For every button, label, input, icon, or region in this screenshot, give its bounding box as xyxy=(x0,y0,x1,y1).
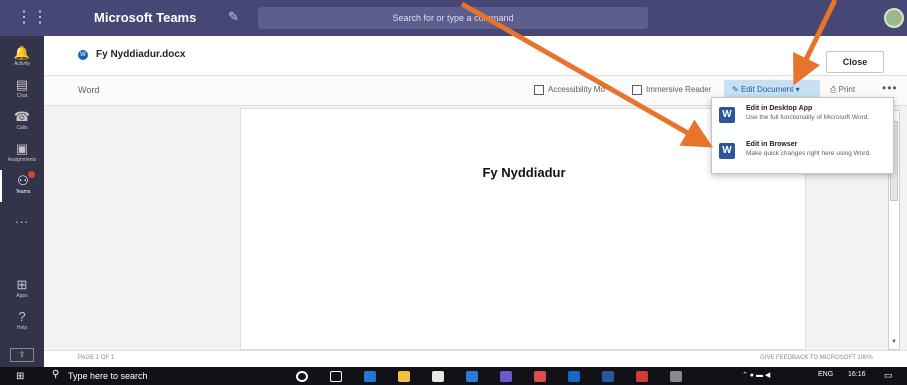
taskbar-search[interactable]: Type here to search xyxy=(68,371,148,381)
teams-icon: ⚇ xyxy=(17,173,29,188)
printer-icon: ⎙ xyxy=(830,85,839,94)
rail-item-apps[interactable]: ⊞ Apps xyxy=(0,274,44,306)
menu-item-title: Edit in Browser xyxy=(746,141,798,148)
immersive-reader-button[interactable]: Immersive Reader xyxy=(632,85,711,95)
edge-icon[interactable] xyxy=(364,371,376,382)
search-input[interactable]: Search for or type a command xyxy=(258,7,648,29)
scroll-down-icon[interactable]: ▼ xyxy=(889,335,899,349)
new-chat-icon[interactable]: ✎ xyxy=(228,9,239,25)
app-launcher-icon[interactable]: ⋮⋮ xyxy=(16,9,48,27)
page-count: PAGE 1 OF 1 xyxy=(78,355,115,361)
notifications-icon[interactable]: ▭ xyxy=(884,370,893,381)
chevron-down-icon: ▾ xyxy=(793,85,800,94)
word-icon: W xyxy=(719,107,735,123)
menu-item-edit-desktop[interactable]: W Edit in Desktop App Use the full funct… xyxy=(712,100,895,136)
help-icon: ? xyxy=(18,309,26,324)
document-header: W Fy Nyddiadur.docx Close xyxy=(44,36,907,76)
rail-item-label: Chat xyxy=(16,93,28,99)
rail-item-calls[interactable]: ☎ Calls xyxy=(0,106,44,138)
cortana-icon[interactable] xyxy=(296,371,308,382)
apps-icon: ⊞ xyxy=(16,277,28,292)
app-title: Microsoft Teams xyxy=(94,10,197,25)
print-label: Print xyxy=(838,85,856,94)
windows-start-icon[interactable]: ⊞ xyxy=(16,371,28,382)
file-explorer-icon[interactable] xyxy=(398,371,410,382)
rail-item-chat[interactable]: ▤ Chat xyxy=(0,74,44,106)
language-indicator[interactable]: ENG xyxy=(818,371,833,378)
backpack-icon: ▣ xyxy=(15,141,29,156)
chrome-icon[interactable] xyxy=(534,371,546,382)
rail-item-label: Teams xyxy=(15,189,31,195)
teams-window: ⋮⋮ Microsoft Teams ✎ Search for or type … xyxy=(0,0,907,385)
edit-document-label: Edit Document xyxy=(740,85,794,94)
menu-item-title: Edit in Desktop App xyxy=(746,105,813,112)
chat-icon: ▤ xyxy=(15,77,29,92)
close-button[interactable]: Close xyxy=(826,51,884,73)
teams-taskbar-icon[interactable] xyxy=(500,371,512,382)
tray-icons[interactable]: ⌃ ● ▬ ◀ xyxy=(742,371,770,379)
mail-icon[interactable] xyxy=(568,371,580,382)
file-title: Fy Nyddiadur.docx xyxy=(96,49,186,60)
accessibility-icon xyxy=(534,85,544,95)
feedback-link[interactable]: GIVE FEEDBACK TO MICROSOFT 100% xyxy=(760,355,873,361)
menu-item-description: Make quick changes right here using Word… xyxy=(746,150,871,157)
word-file-icon: W xyxy=(78,50,88,60)
task-view-icon[interactable] xyxy=(330,371,342,382)
rail-item-label: Assignments xyxy=(7,157,37,163)
rail-item-label: Apps xyxy=(16,293,28,299)
edit-document-menu: W Edit in Desktop App Use the full funct… xyxy=(711,97,894,174)
rail-item-teams[interactable]: ⚇ Teams xyxy=(0,170,44,202)
bell-icon: 🔔 xyxy=(13,45,31,60)
immersive-reader-label: Immersive Reader xyxy=(646,85,712,95)
more-apps-button[interactable]: ... xyxy=(0,211,44,226)
title-bar: ⋮⋮ Microsoft Teams ✎ Search for or type … xyxy=(0,0,907,36)
word-taskbar-icon[interactable] xyxy=(602,371,614,382)
taskbar-app-icon[interactable] xyxy=(466,371,478,382)
windows-taskbar: ⊞ ⚲ Type here to search ⌃ ● ▬ ◀ ENG 16:1… xyxy=(0,367,907,385)
word-status-bar: PAGE 1 OF 1 GIVE FEEDBACK TO MICROSOFT 1… xyxy=(44,350,907,367)
clock[interactable]: 16:16 xyxy=(848,371,866,378)
phone-icon: ☎ xyxy=(13,109,31,124)
rail-item-label: Calls xyxy=(16,125,28,131)
menu-item-edit-browser[interactable]: W Edit in Browser Make quick changes rig… xyxy=(712,136,895,172)
accessibility-mode-button[interactable]: Accessibility Mo xyxy=(534,85,605,95)
print-button[interactable]: ⎙ Print xyxy=(830,85,855,95)
rail-item-activity[interactable]: 🔔 Activity xyxy=(0,42,44,74)
rail-item-assignments[interactable]: ▣ Assignments xyxy=(0,138,44,170)
taskbar-app-icon[interactable] xyxy=(670,371,682,382)
search-icon[interactable]: ⚲ xyxy=(52,369,59,380)
app-rail: 🔔 Activity ▤ Chat ☎ Calls ▣ Assignments … xyxy=(0,36,44,367)
rail-item-help[interactable]: ? Help xyxy=(0,306,44,338)
pencil-icon: ✎ xyxy=(732,85,741,94)
avatar[interactable] xyxy=(884,8,904,28)
word-label: Word xyxy=(78,85,100,95)
upload-icon[interactable]: ⇪ xyxy=(10,348,34,362)
word-icon: W xyxy=(719,143,735,159)
pdf-icon[interactable] xyxy=(636,371,648,382)
notification-badge xyxy=(28,171,35,178)
immersive-reader-icon xyxy=(632,85,642,95)
rail-item-label: Activity xyxy=(14,61,30,67)
accessibility-label: Accessibility Mo xyxy=(548,85,605,95)
more-options-button[interactable]: ••• xyxy=(882,81,898,95)
store-icon[interactable] xyxy=(432,371,444,382)
menu-item-description: Use the full functionality of Microsoft … xyxy=(746,114,870,121)
rail-item-label: Help xyxy=(16,325,28,331)
